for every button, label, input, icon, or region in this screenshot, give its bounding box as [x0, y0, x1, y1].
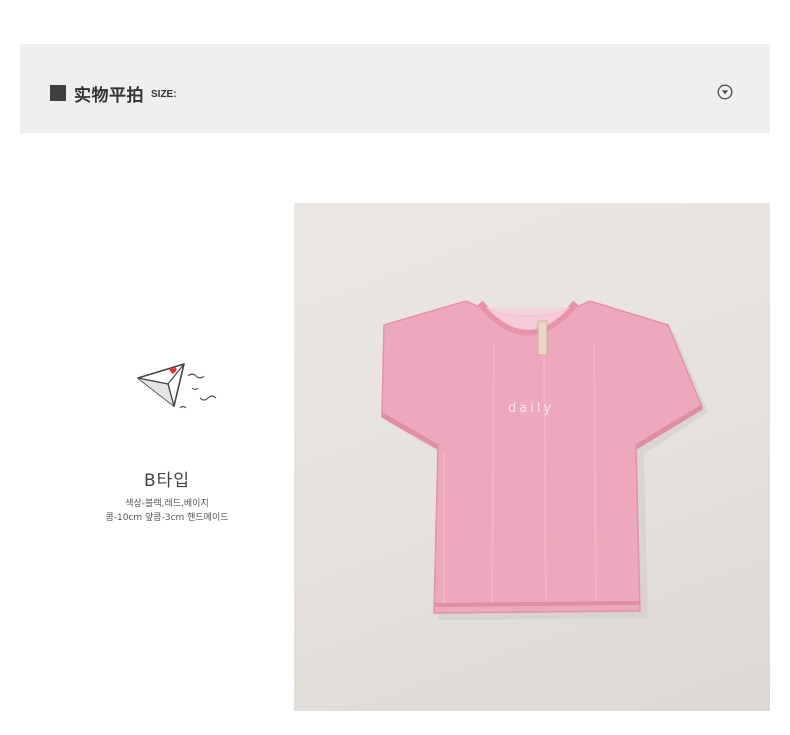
section-header-bar: 实物平拍 SIZE:	[20, 44, 770, 133]
type-title: B타입	[144, 471, 190, 491]
section-title: 实物平拍	[74, 86, 144, 106]
type-description-line: 콤-10cm 앞콤-3cm 핸드메이드	[105, 513, 229, 523]
paper-plane-icon	[134, 358, 220, 416]
section-marker-square	[50, 85, 66, 101]
shirt-print-text: daily	[508, 401, 555, 416]
chevron-down-circle-icon[interactable]	[717, 84, 733, 100]
product-photo: daily	[294, 203, 770, 711]
size-label: SIZE:	[151, 89, 177, 100]
type-description-line: 색상-블랙,레드,베이지	[125, 499, 209, 509]
